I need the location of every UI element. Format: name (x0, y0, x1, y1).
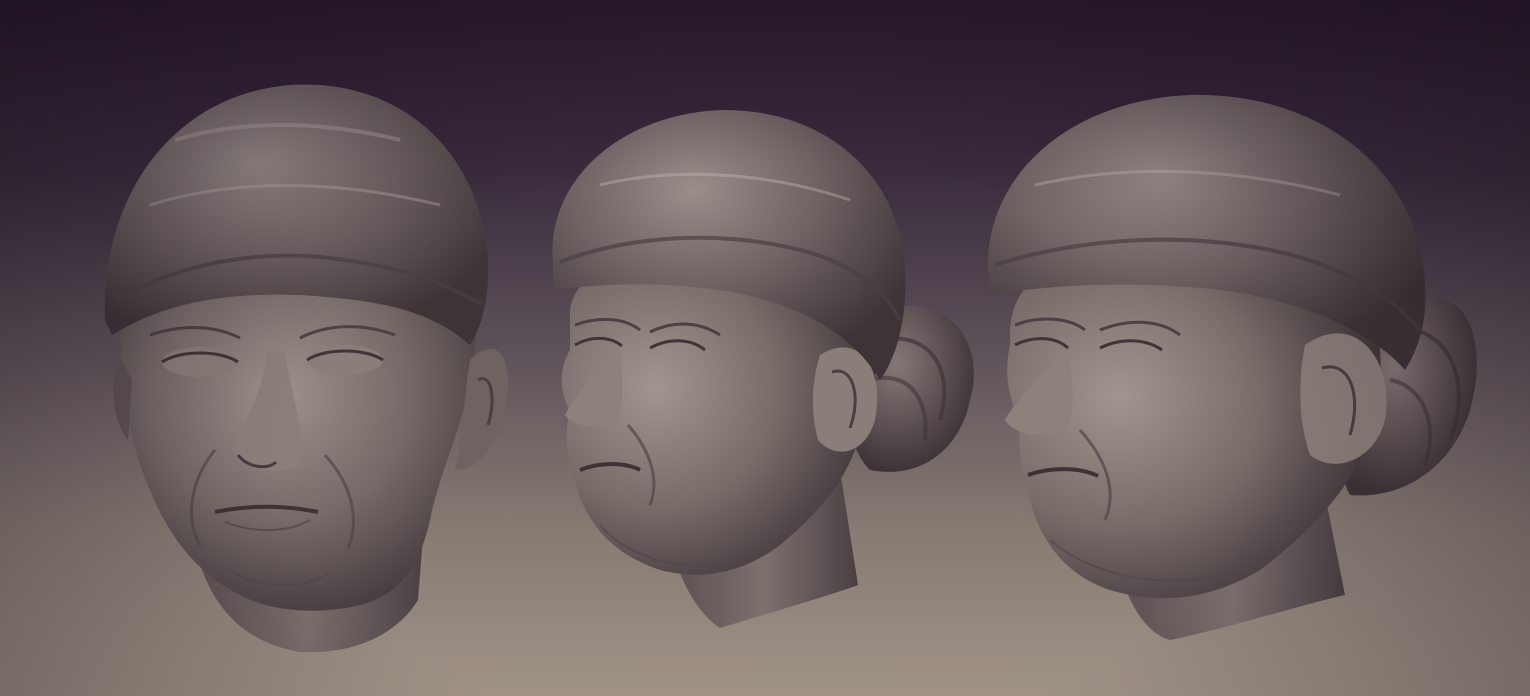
head-three-quarter-view-alt (987, 94, 1477, 640)
head-front-view (104, 84, 509, 653)
head-three-quarter-view (552, 109, 974, 628)
sculpt-render-scene (104, 84, 1477, 653)
render-viewport (0, 0, 1530, 696)
